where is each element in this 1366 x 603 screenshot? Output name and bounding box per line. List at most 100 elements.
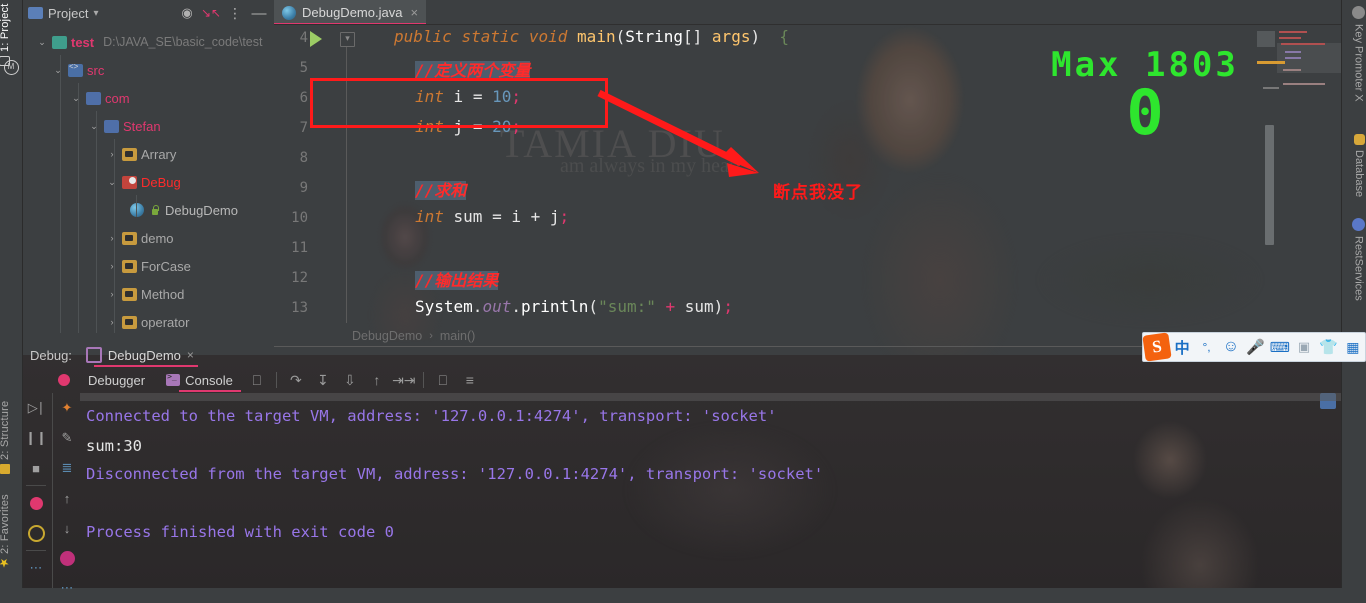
semicolon: ; xyxy=(559,207,570,226)
chevron-down-icon[interactable]: ⌄ xyxy=(52,65,64,76)
ime-mode-toggle[interactable]: 中 xyxy=(1170,337,1194,358)
lock-icon xyxy=(150,204,159,216)
sidebar-item-database-label: Database xyxy=(1353,150,1365,198)
toolbox-icon[interactable]: ▦ xyxy=(1341,339,1365,356)
sidebar-item-project[interactable]: 1: Project xyxy=(0,4,11,66)
folder-red-icon xyxy=(122,175,137,189)
edit-config-icon[interactable]: ✎ xyxy=(53,423,81,453)
line-number: 4 xyxy=(299,30,308,46)
maven-icon[interactable]: M xyxy=(0,58,22,76)
screenshot-icon[interactable]: ▣ xyxy=(1292,339,1316,355)
voice-input-icon[interactable]: 🎤 xyxy=(1243,338,1267,356)
collapse-all-icon[interactable]: ↘↖ xyxy=(200,2,222,24)
tab-debugger-label: Debugger xyxy=(88,372,146,388)
rerun-icon[interactable]: ✦ xyxy=(53,393,81,423)
package-icon xyxy=(86,91,101,105)
source-root-icon xyxy=(68,62,83,77)
chevron-down-icon[interactable]: ⌄ xyxy=(70,93,82,104)
sidebar-item-favorites[interactable]: ★ 2: Favorites xyxy=(0,492,11,570)
skin-icon[interactable]: 👕 xyxy=(1316,338,1340,356)
target-icon[interactable]: ◉ xyxy=(176,2,198,24)
tree-node-path: D:\JAVA_SE\basic_code\test xyxy=(103,35,263,49)
bug-icon[interactable] xyxy=(52,374,76,386)
debug-label: Debug: xyxy=(30,347,72,363)
soft-keyboard-icon[interactable]: ⌨ xyxy=(1268,339,1292,356)
force-step-into-icon[interactable]: ⇩ xyxy=(338,369,362,391)
paren-close: ) xyxy=(750,27,761,46)
soft-wrap-icon[interactable] xyxy=(53,543,81,573)
more-icon[interactable]: ⋯ xyxy=(53,573,81,603)
chevron-down-icon[interactable]: ⌄ xyxy=(88,121,100,132)
more-icon[interactable]: ⋯ xyxy=(22,553,50,583)
string-literal: "sum:" xyxy=(598,297,656,316)
code-line-13: System.out.println("sum:" + sum); xyxy=(415,297,733,316)
tree-node-test[interactable]: ⌄ test D:\JAVA_SE\basic_code\test xyxy=(22,28,274,56)
chevron-right-icon[interactable]: › xyxy=(106,233,118,243)
editor-gutter[interactable]: 4 5 6 7 8 9 10 11 12 13 xyxy=(274,25,334,325)
more-options-icon[interactable]: ⋮ xyxy=(224,2,246,24)
editor-tab-debugdemo[interactable]: DebugDemo.java × xyxy=(274,0,427,25)
sidebar-item-database[interactable]: Database xyxy=(1353,134,1365,214)
line-number: 8 xyxy=(299,150,308,166)
step-out-icon[interactable]: ↑ xyxy=(365,369,389,391)
debug-session-tab[interactable]: DebugDemo × xyxy=(78,343,202,367)
code-fold-icon[interactable]: ▾ xyxy=(340,32,355,47)
sort-icon[interactable]: ≣ xyxy=(53,453,81,483)
chevron-right-icon: › xyxy=(429,330,433,342)
tab-console[interactable]: Console xyxy=(157,367,242,393)
sidebar-item-rest-services[interactable]: RestServices xyxy=(1352,218,1365,318)
sogou-logo-icon[interactable]: S xyxy=(1142,332,1172,362)
sidebar-item-key-promoter[interactable]: Key Promoter X xyxy=(1352,6,1365,122)
punctuation-icon[interactable]: °, xyxy=(1194,340,1218,354)
sidebar-item-structure[interactable]: 2: Structure xyxy=(0,398,11,474)
resume-icon[interactable]: ▷∣ xyxy=(22,393,50,423)
close-icon[interactable]: × xyxy=(187,348,194,362)
comment-output: //输出结果 xyxy=(415,271,499,290)
project-folder-icon xyxy=(28,7,43,19)
project-panel-title: Project xyxy=(48,5,89,21)
folder-icon xyxy=(122,315,137,329)
console-scrolled-line xyxy=(80,393,1342,401)
param-args: args xyxy=(711,27,751,46)
close-icon[interactable]: × xyxy=(410,5,418,20)
chevron-right-icon[interactable]: › xyxy=(106,289,118,299)
console-output[interactable]: Connected to the target VM, address: '12… xyxy=(80,393,1342,588)
emoji-icon[interactable]: ☺ xyxy=(1219,338,1243,356)
step-into-icon[interactable]: ↧ xyxy=(311,369,335,391)
tree-node-label: ForCase xyxy=(141,258,191,274)
chevron-down-icon[interactable]: ⌄ xyxy=(36,37,48,48)
run-method-icon[interactable] xyxy=(310,31,322,47)
java-class-icon xyxy=(130,203,144,217)
settings-icon[interactable]: ≡ xyxy=(458,369,482,391)
breadcrumb-method[interactable]: main() xyxy=(440,329,475,343)
breadcrumb-class[interactable]: DebugDemo xyxy=(352,329,422,343)
chevron-right-icon[interactable]: › xyxy=(106,261,118,271)
scroll-down-icon[interactable]: ↓ xyxy=(53,513,81,543)
editor-scrollbar-thumb[interactable] xyxy=(1265,125,1274,245)
editor-minimap[interactable] xyxy=(1255,25,1341,325)
overlay-big-number: 0 xyxy=(1126,76,1164,149)
chevron-down-icon[interactable]: ▾ xyxy=(93,8,98,19)
mute-breakpoints-icon[interactable] xyxy=(22,488,50,518)
line-number: 5 xyxy=(299,60,308,76)
chevron-right-icon[interactable]: › xyxy=(106,317,118,327)
scroll-up-icon[interactable]: ↑ xyxy=(53,483,81,513)
run-to-cursor-icon[interactable]: ⇥⇥ xyxy=(392,369,416,391)
hide-icon[interactable]: — xyxy=(248,2,270,24)
chevron-down-icon[interactable]: ⌄ xyxy=(106,177,118,188)
pause-icon[interactable]: ❙❙ xyxy=(22,423,50,453)
annotation-note-text: 断点我没了 xyxy=(773,183,863,203)
view-breakpoints-icon[interactable] xyxy=(22,518,50,548)
frames-icon[interactable]: ⎕ xyxy=(245,369,269,391)
evaluate-icon[interactable]: ⎕ xyxy=(431,369,455,391)
tree-node-label: DeBug xyxy=(141,174,181,190)
toolbar-separator xyxy=(275,372,277,388)
tab-console-label: Console xyxy=(185,372,233,388)
var-sum: sum xyxy=(684,297,714,316)
chevron-right-icon[interactable]: › xyxy=(106,149,118,159)
stop-icon[interactable]: ■ xyxy=(22,453,50,483)
step-over-icon[interactable]: ↷ xyxy=(284,369,308,391)
line-number: 11 xyxy=(291,240,308,256)
ime-toolbar[interactable]: S 中 °, ☺ 🎤 ⌨ ▣ 👕 ▦ xyxy=(1142,332,1366,362)
tab-debugger[interactable]: Debugger xyxy=(79,367,154,393)
